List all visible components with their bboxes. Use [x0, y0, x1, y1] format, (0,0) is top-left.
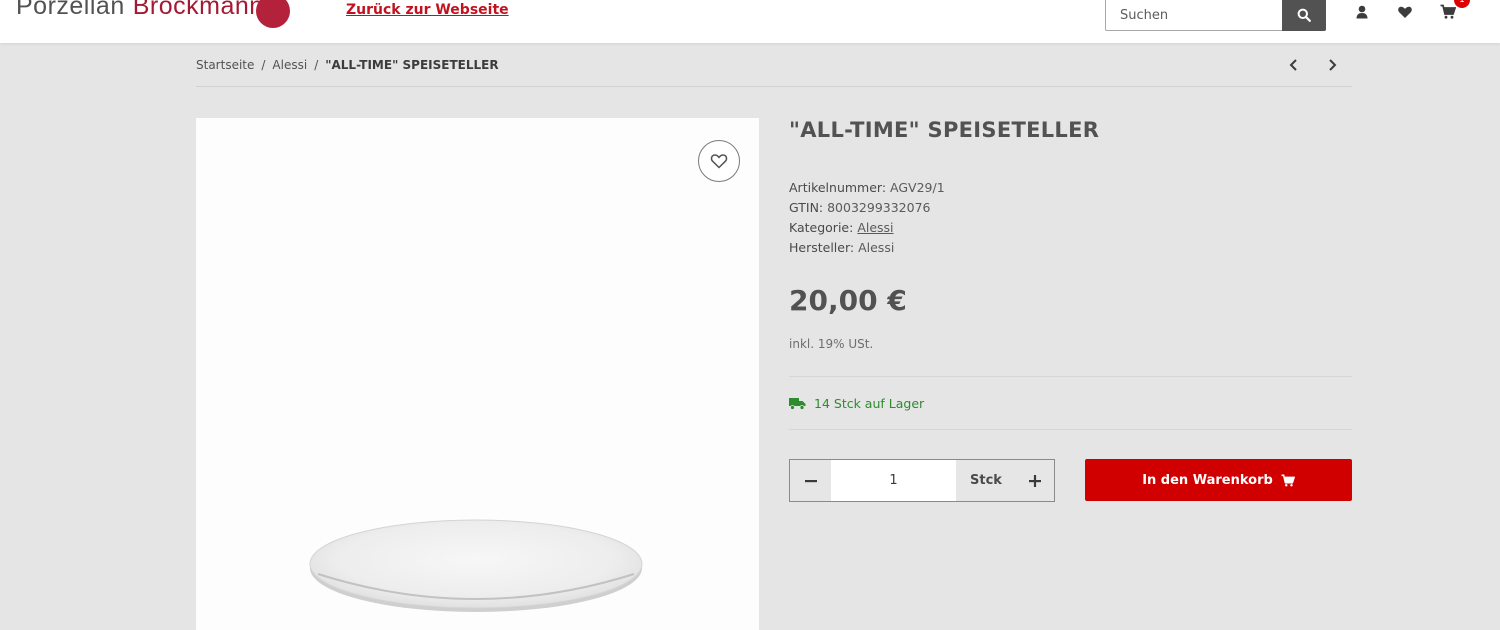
attribute-value: 8003299332076	[827, 200, 931, 215]
back-to-website-link[interactable]: Zurück zur Webseite	[346, 2, 509, 18]
plus-icon	[1028, 474, 1041, 487]
search-icon	[1297, 8, 1311, 22]
attribute-article-number: Artikelnummer: AGV29/1	[789, 178, 945, 198]
product-attributes: Artikelnummer: AGV29/1 GTIN: 80032993320…	[789, 178, 945, 258]
attribute-value: AGV29/1	[890, 180, 945, 195]
wishlist-heart-icon[interactable]	[1397, 4, 1413, 20]
cart-count-badge: 1	[1454, 0, 1470, 8]
breadcrumb-separator: /	[261, 58, 266, 72]
quantity-unit: Stck	[970, 473, 1002, 488]
logo-text-porzellan: Porzellan	[16, 0, 125, 20]
heart-outline-icon	[710, 154, 728, 169]
breadcrumb-item-home[interactable]: Startseite	[196, 58, 254, 72]
logo-dot-icon	[256, 0, 290, 28]
add-to-cart-button[interactable]: In den Warenkorb	[1085, 459, 1352, 501]
quantity-increase-button[interactable]	[1014, 460, 1055, 501]
attribute-label: Kategorie:	[789, 220, 854, 235]
divider	[789, 376, 1352, 377]
search-box	[1105, 0, 1326, 31]
attribute-label: Artikelnummer:	[789, 180, 887, 195]
breadcrumb: Startseite / Alessi / "ALL-TIME" SPEISET…	[196, 58, 499, 72]
divider	[789, 429, 1352, 430]
attribute-category: Kategorie: Alessi	[789, 218, 945, 238]
delivery-truck-icon	[789, 398, 806, 410]
attribute-label: Hersteller:	[789, 240, 855, 255]
quantity-decrease-button[interactable]	[790, 460, 831, 501]
product-image-plate	[309, 519, 643, 612]
search-input[interactable]	[1106, 0, 1283, 30]
add-to-cart-label: In den Warenkorb	[1142, 472, 1273, 488]
tax-note: inkl. 19% USt.	[789, 337, 874, 351]
breadcrumb-divider	[196, 86, 1352, 87]
quantity-stepper: Stck	[789, 459, 1055, 502]
breadcrumb-separator: /	[314, 58, 319, 72]
user-icon[interactable]	[1354, 4, 1370, 20]
site-logo[interactable]: Porzellan Brockmann	[16, 0, 264, 26]
stock-text: 14 Stck auf Lager	[814, 396, 925, 411]
cart-icon	[1281, 474, 1295, 486]
quantity-input[interactable]	[831, 460, 956, 501]
breadcrumb-item-current: "ALL-TIME" SPEISETELLER	[325, 58, 499, 72]
breadcrumb-item-alessi[interactable]: Alessi	[272, 58, 307, 72]
cart-icon[interactable]	[1440, 4, 1456, 20]
logo-text-brockmann: Brockmann	[132, 0, 264, 20]
add-to-wishlist-button[interactable]	[698, 140, 740, 182]
site-header: Porzellan Brockmann Zurück zur Webseite …	[0, 0, 1500, 43]
product-title: "ALL-TIME" SPEISETELLER	[789, 118, 1100, 142]
attribute-value: Alessi	[858, 240, 895, 255]
search-button[interactable]	[1282, 0, 1326, 31]
previous-product-icon[interactable]	[1287, 58, 1301, 72]
product-image-panel[interactable]	[196, 118, 759, 630]
stock-status: 14 Stck auf Lager	[789, 396, 924, 411]
minus-icon	[804, 479, 817, 482]
product-price: 20,00 €	[789, 284, 907, 317]
attribute-manufacturer: Hersteller: Alessi	[789, 238, 945, 258]
attribute-label: GTIN:	[789, 200, 824, 215]
attribute-gtin: GTIN: 8003299332076	[789, 198, 945, 218]
next-product-icon[interactable]	[1325, 58, 1339, 72]
category-link[interactable]: Alessi	[857, 220, 893, 235]
